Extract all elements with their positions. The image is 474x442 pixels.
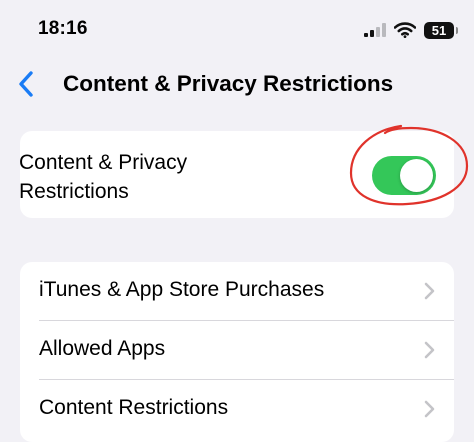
status-bar: 18:16 51 <box>0 0 474 60</box>
list-item-label: Allowed Apps <box>39 337 166 360</box>
page-title: Content & Privacy Restrictions <box>63 71 394 96</box>
restrictions-toggle-switch[interactable] <box>372 156 436 195</box>
status-icons: 51 <box>364 18 458 42</box>
chevron-right-icon <box>424 400 435 418</box>
restrictions-toggle-label: Content & Privacy Restrictions <box>19 148 187 206</box>
settings-list-card: iTunes & App Store Purchases Allowed App… <box>20 262 454 442</box>
battery-icon: 51 <box>424 21 458 39</box>
list-item-label: Content Restrictions <box>39 396 229 419</box>
navigation-bar: Content & Privacy Restrictions <box>0 60 474 108</box>
restrictions-toggle-label-line1: Content & Privacy <box>19 151 188 174</box>
status-time: 18:16 <box>38 18 88 39</box>
back-button[interactable] <box>6 64 46 104</box>
battery-level: 51 <box>431 22 447 38</box>
chevron-left-icon <box>19 71 33 97</box>
toggle-knob <box>400 159 433 192</box>
list-item-content-restrictions[interactable]: Content Restrictions <box>20 380 454 438</box>
chevron-right-icon <box>424 341 435 359</box>
list-item-label: iTunes & App Store Purchases <box>39 278 325 301</box>
chevron-right-icon <box>424 282 435 300</box>
wifi-icon <box>394 22 416 38</box>
list-item-itunes-app-store-purchases[interactable]: iTunes & App Store Purchases <box>20 262 454 320</box>
restrictions-toggle-label-line2: Restrictions <box>19 180 129 203</box>
signal-icon <box>364 23 386 37</box>
list-item-allowed-apps[interactable]: Allowed Apps <box>20 321 454 379</box>
